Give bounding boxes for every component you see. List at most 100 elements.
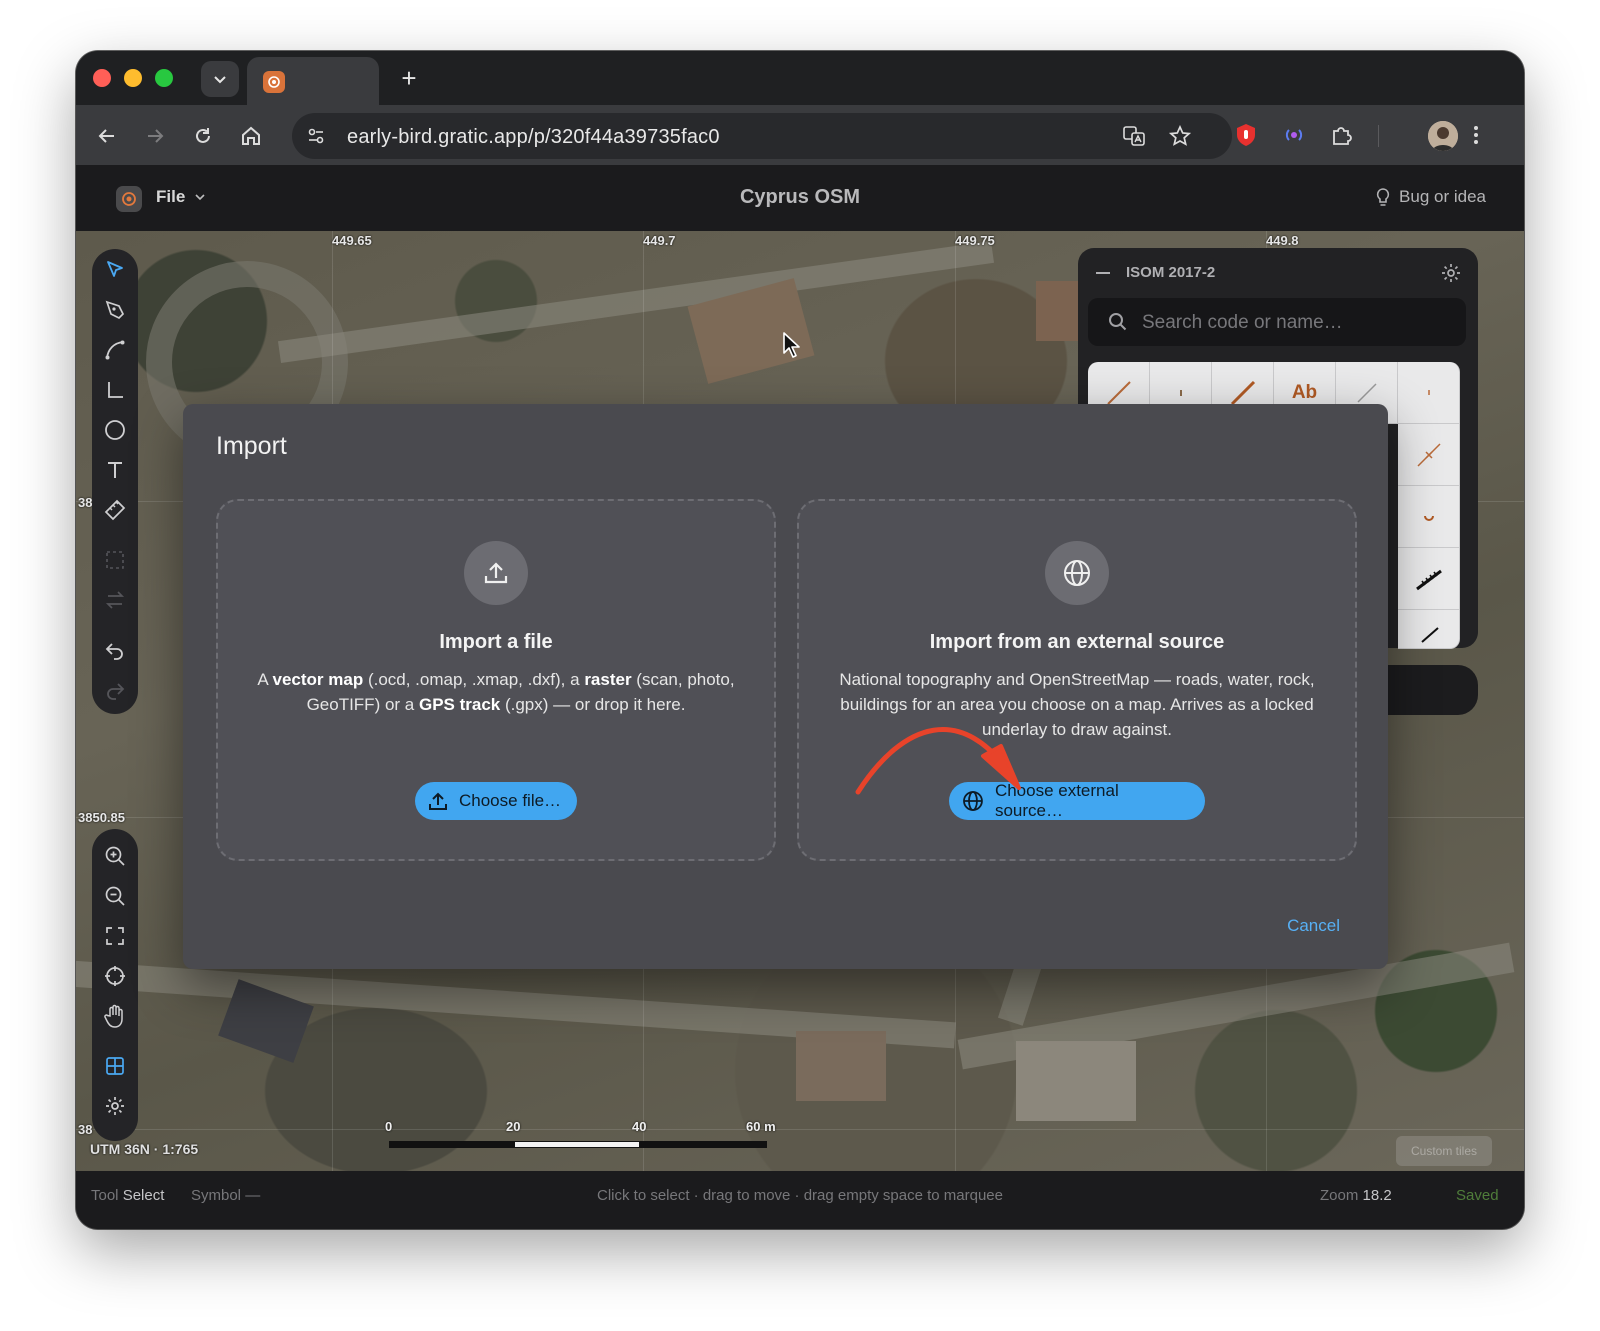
redo-button[interactable]: [100, 675, 130, 705]
symbol-swatch[interactable]: [1398, 362, 1460, 424]
status-zoom-value: 18.2: [1362, 1187, 1392, 1204]
locate-button[interactable]: [100, 961, 130, 991]
minimize-window-button[interactable]: [124, 69, 142, 87]
custom-tiles-chip[interactable]: Custom tiles: [1396, 1136, 1492, 1166]
reload-icon: [196, 128, 210, 143]
corner-line-icon: [108, 382, 123, 398]
browser-toolbar: early-bird.gratic.app/p/320f44a39735fac0: [76, 105, 1524, 165]
fit-view-button[interactable]: [100, 921, 130, 951]
status-bar: Tool Select Symbol — Click to select · d…: [76, 1171, 1524, 1229]
grid-label-easting: 449.7: [643, 233, 676, 248]
zoom-out-button[interactable]: [100, 881, 130, 911]
choose-file-button[interactable]: Choose file…: [415, 782, 577, 820]
pen-nib-icon: [105, 300, 125, 320]
dashed-square-icon: [106, 551, 124, 569]
close-window-button[interactable]: [93, 69, 111, 87]
url-text[interactable]: early-bird.gratic.app/p/320f44a39735fac0: [347, 126, 720, 149]
puzzle-extensions-icon[interactable]: [1326, 119, 1358, 151]
palette-footer-strip: [1378, 665, 1478, 715]
symbol-swatch[interactable]: [1398, 548, 1460, 610]
gear-icon: [1442, 264, 1460, 282]
drawing-tool-rail: [92, 249, 138, 714]
bug-or-idea-label: Bug or idea: [1399, 187, 1486, 206]
view-tool-rail: [92, 829, 138, 1141]
globe-icon: [963, 791, 983, 811]
symbol-search-input[interactable]: Search code or name…: [1088, 298, 1466, 346]
text-tool-button[interactable]: [100, 455, 130, 485]
site-settings-icon[interactable]: [304, 124, 328, 148]
cancel-button[interactable]: Cancel: [1287, 916, 1340, 936]
reload-button[interactable]: [186, 119, 220, 153]
settings-button[interactable]: [100, 1091, 130, 1121]
symbol-swatch[interactable]: [1398, 424, 1460, 486]
measure-tool-button[interactable]: [100, 495, 130, 525]
palette-settings-button[interactable]: [1440, 262, 1462, 289]
translate-icon[interactable]: [1122, 124, 1146, 148]
collapse-palette-icon[interactable]: [1096, 272, 1110, 274]
zoom-in-icon: [105, 846, 125, 866]
symbol-swatch[interactable]: [1398, 486, 1460, 548]
palette-title: ISOM 2017-2: [1126, 264, 1216, 281]
scale-label: 0: [385, 1119, 393, 1134]
browser-menu-button[interactable]: [1460, 119, 1492, 151]
fullscreen-icon: [106, 927, 124, 945]
grid-label-northing: 3850.85: [78, 810, 125, 825]
marquee-tool-button[interactable]: [100, 545, 130, 575]
choose-external-source-button[interactable]: Choose external source…: [949, 781, 1205, 820]
grid-label-easting: 449.75: [955, 233, 995, 248]
maximize-window-button[interactable]: [155, 69, 173, 87]
back-button[interactable]: [90, 119, 124, 153]
browser-window: + early-bird.gratic.app/p/320f44a39735fa…: [76, 51, 1524, 1229]
import-file-card[interactable]: Import a file A vector map (.ocd, .omap,…: [216, 499, 776, 861]
adblock-extension-icon[interactable]: [1230, 119, 1262, 151]
forward-button[interactable]: [138, 119, 172, 153]
text-symbol-label: Ab: [1291, 381, 1318, 403]
tab-search-button[interactable]: [201, 61, 239, 97]
save-status: Saved: [1456, 1187, 1499, 1204]
map-building: [796, 1031, 886, 1101]
reverse-direction-button[interactable]: [100, 585, 130, 615]
grid-icon: [106, 1057, 124, 1075]
edit-points-tool-button[interactable]: [100, 295, 130, 325]
profile-avatar[interactable]: [1428, 121, 1458, 151]
broadcast-extension-icon[interactable]: [1278, 119, 1310, 151]
undo-icon: [105, 643, 123, 660]
home-icon: [242, 126, 260, 145]
status-zoom: Zoom 18.2: [1320, 1187, 1392, 1204]
search-icon: [1109, 313, 1127, 331]
curve-tool-button[interactable]: [100, 335, 130, 365]
scale-label: 40: [632, 1119, 647, 1134]
address-bar[interactable]: early-bird.gratic.app/p/320f44a39735fac0: [292, 113, 1232, 159]
upload-icon: [429, 792, 447, 810]
circle-tool-button[interactable]: [100, 415, 130, 445]
status-hint: Click to select · drag to move · drag em…: [596, 1187, 1003, 1204]
scale-label: 20: [506, 1119, 521, 1134]
import-external-card[interactable]: Import from an external source National …: [797, 499, 1357, 861]
active-tab[interactable]: [247, 57, 379, 105]
curve-icon: [105, 340, 125, 360]
bug-or-idea-button[interactable]: Bug or idea: [1375, 187, 1486, 207]
symbol-search-placeholder: Search code or name…: [1142, 312, 1343, 333]
pan-tool-button[interactable]: [100, 1001, 130, 1031]
upload-icon: [464, 541, 528, 605]
select-tool-button[interactable]: [100, 255, 130, 285]
grid-toggle-button[interactable]: [100, 1051, 130, 1081]
app-favicon-icon: [263, 71, 285, 93]
undo-button[interactable]: [100, 635, 130, 665]
choose-external-source-label: Choose external source…: [994, 781, 1119, 820]
bookmark-star-icon[interactable]: [1168, 124, 1192, 148]
zoom-in-button[interactable]: [100, 841, 130, 871]
lightbulb-icon: [1376, 188, 1390, 206]
scale-label: 60 m: [746, 1119, 776, 1134]
symbol-swatch[interactable]: [1398, 610, 1460, 649]
new-tab-button[interactable]: +: [394, 63, 424, 93]
home-button[interactable]: [234, 119, 268, 153]
map-road: [277, 241, 995, 363]
hand-icon: [104, 1004, 123, 1028]
import-external-description: National topography and OpenStreetMap — …: [839, 670, 1315, 739]
straight-line-tool-button[interactable]: [100, 375, 130, 405]
projection-label: UTM 36N · 1:765: [90, 1141, 199, 1157]
gear-icon: [106, 1097, 124, 1115]
import-file-title: Import a file: [439, 631, 553, 653]
grid-label-easting: 449.65: [332, 233, 372, 248]
